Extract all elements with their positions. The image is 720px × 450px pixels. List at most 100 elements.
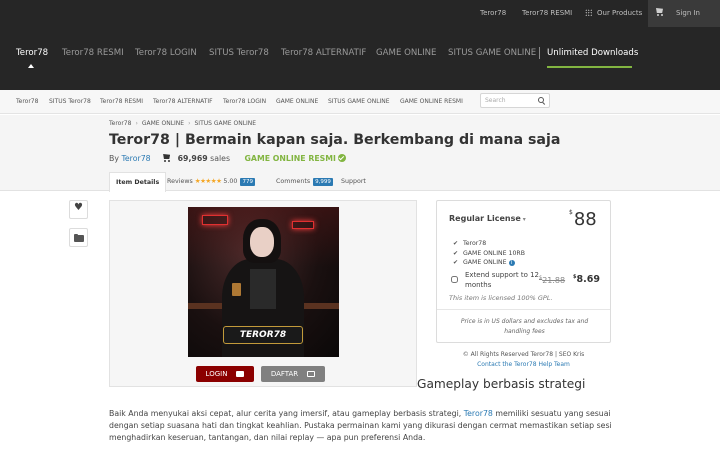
top-bar: Teror78 Teror78 RESMI Our Products Sign …	[0, 0, 720, 27]
unlimited-underline	[547, 66, 632, 68]
login-button[interactable]: LOGIN	[196, 366, 254, 382]
page-title: Teror78 | Bermain kapan saja. Berkembang…	[109, 132, 561, 148]
comments-count-badge: 9,999	[313, 178, 333, 186]
section-heading: Gameplay berbasis strategi	[417, 377, 586, 391]
favorite-heart-icon[interactable]	[69, 200, 88, 219]
byline: By Teror78 69,969 sales GAME ONLINE RESM…	[109, 154, 346, 163]
license-selector[interactable]: Regular License ▾	[449, 214, 526, 223]
login-icon	[236, 370, 245, 377]
sales-count: 69,969	[177, 154, 208, 163]
new-price: $8.69	[573, 274, 600, 285]
teror78-link[interactable]: Teror78	[464, 409, 493, 418]
breadcrumb-link[interactable]: SITUS GAME ONLINE	[195, 120, 257, 127]
topbar-link-teror78[interactable]: Teror78	[480, 0, 506, 27]
neon-sign-decoration	[292, 221, 314, 229]
daftar-label: DAFTAR	[270, 370, 299, 378]
category-link[interactable]: Teror78	[16, 98, 38, 105]
gpl-note: This item is licensed 100% GPL.	[449, 294, 553, 302]
search-box	[480, 93, 550, 108]
preview-image: TEROR78	[188, 207, 339, 357]
item-header: Teror78 › GAME ONLINE › SITUS GAME ONLINE Te…	[0, 115, 720, 192]
nav-item-resmi[interactable]: Teror78 RESMI	[62, 48, 124, 58]
rating-value: 5.00	[223, 178, 238, 185]
sign-in-button[interactable]: Sign In	[648, 0, 720, 27]
feature-item: ✔ GAME ONLINE i	[453, 259, 525, 269]
extend-support-label: Extend support to 12 months	[465, 271, 539, 289]
copyright-text: © All Rights Reserved Teror78 | SEO Kris	[462, 351, 585, 358]
license-features: ✔ Teror78 ✔ GAME ONLINE 10RB ✔ GAME ONLINE i	[453, 240, 525, 269]
currency-symbol: $	[569, 209, 573, 216]
search-icon[interactable]	[538, 97, 545, 104]
breadcrumb-link[interactable]: GAME ONLINE	[142, 120, 184, 127]
nav-item-game-online[interactable]: GAME ONLINE	[376, 48, 437, 58]
price-value: 88	[573, 209, 597, 230]
main-nav: Teror78 Teror78 RESMI Teror78 LOGIN SITU…	[0, 27, 720, 90]
daftar-button[interactable]: DAFTAR	[261, 366, 325, 382]
check-icon: ✔	[453, 249, 459, 257]
tab-item-details[interactable]: Item Details	[109, 172, 167, 192]
category-link[interactable]: Teror78 ALTERNATIF	[153, 98, 213, 105]
topbar-link-resmi[interactable]: Teror78 RESMI	[522, 0, 572, 27]
nav-item-situs-game-online[interactable]: SITUS GAME ONLINE	[448, 48, 536, 58]
grid-icon	[585, 9, 592, 16]
check-circle-icon	[337, 154, 346, 162]
breadcrumb-link[interactable]: Teror78	[109, 120, 131, 127]
our-products-label: Our Products	[597, 9, 643, 17]
chevron-right-icon: ›	[188, 120, 191, 127]
item-preview: TEROR78 LOGIN DAFTAR	[109, 200, 417, 387]
collection-folder-icon[interactable]	[69, 228, 88, 247]
check-icon: ✔	[453, 240, 459, 247]
category-link[interactable]: Teror78 LOGIN	[223, 98, 266, 105]
author-link[interactable]: Teror78	[121, 154, 150, 163]
description-paragraph: Baik Anda menyukai aksi cepat, alur ceri…	[109, 409, 612, 442]
nav-item-login[interactable]: Teror78 LOGIN	[135, 48, 197, 58]
old-price: $21.88	[539, 275, 566, 285]
chevron-right-icon: ›	[135, 120, 138, 127]
rights-block: © All Rights Reserved Teror78 | SEO Kris…	[436, 350, 611, 369]
nav-item-situs[interactable]: SITUS Teror78	[209, 48, 269, 58]
category-link[interactable]: SITUS Teror78	[49, 98, 91, 105]
star-rating-icon: ★★★★★	[194, 177, 222, 185]
search-input[interactable]	[485, 95, 535, 106]
license-name: Regular License	[449, 214, 521, 223]
nav-divider	[539, 47, 540, 59]
help-team-link[interactable]: Contact the Teror78 Help Team	[436, 360, 611, 370]
category-link[interactable]: GAME ONLINE	[276, 98, 318, 105]
category-link[interactable]: SITUS GAME ONLINE	[328, 98, 390, 105]
info-icon[interactable]: i	[508, 260, 515, 266]
logo-plate: TEROR78	[223, 326, 303, 344]
category-link[interactable]: GAME ONLINE RESMI	[400, 98, 463, 105]
nav-item-alternatif[interactable]: Teror78 ALTERNATIF	[281, 48, 366, 58]
active-caret-icon	[28, 64, 34, 68]
caret-down-icon: ▾	[522, 216, 526, 223]
image-icon	[307, 370, 316, 377]
cart-icon	[655, 8, 664, 16]
nav-item-unlimited-downloads[interactable]: Unlimited Downloads	[547, 48, 638, 58]
status-badge: GAME ONLINE RESMI	[244, 154, 336, 163]
extend-support-checkbox[interactable]	[451, 276, 458, 283]
feature-item: ✔ GAME ONLINE 10RB	[453, 249, 525, 257]
tab-support[interactable]: Support	[341, 172, 366, 191]
category-link[interactable]: Teror78 RESMI	[100, 98, 143, 105]
nav-item-teror78[interactable]: Teror78	[16, 48, 48, 58]
by-label: By	[109, 154, 119, 163]
breadcrumb: Teror78 › GAME ONLINE › SITUS GAME ONLINE	[109, 120, 256, 127]
check-icon: ✔	[453, 259, 459, 266]
login-label: LOGIN	[205, 370, 228, 378]
cart-icon	[162, 154, 171, 162]
tab-comments[interactable]: Comments 9,999	[276, 172, 333, 191]
reviews-label: Reviews	[167, 178, 193, 185]
tab-reviews[interactable]: Reviews ★★★★★ 5.00 779	[167, 172, 255, 191]
license-panel: Regular License ▾ $88 ✔ Teror78 ✔ GAME ONLI…	[436, 200, 611, 343]
feature-item: ✔ Teror78	[453, 240, 487, 247]
sign-in-label: Sign In	[676, 9, 700, 17]
comments-label: Comments	[276, 178, 311, 185]
tax-note: Price is in US dollars and excludes tax …	[460, 318, 589, 335]
neon-sign-decoration	[202, 215, 228, 225]
our-products-link[interactable]: Our Products	[585, 0, 642, 27]
reviews-count-badge: 779	[240, 178, 255, 186]
license-price: $88	[569, 209, 597, 230]
sales-label: sales	[210, 154, 231, 163]
divider	[437, 309, 610, 310]
category-bar: Teror78 SITUS Teror78 Teror78 RESMI Tero…	[0, 90, 720, 114]
